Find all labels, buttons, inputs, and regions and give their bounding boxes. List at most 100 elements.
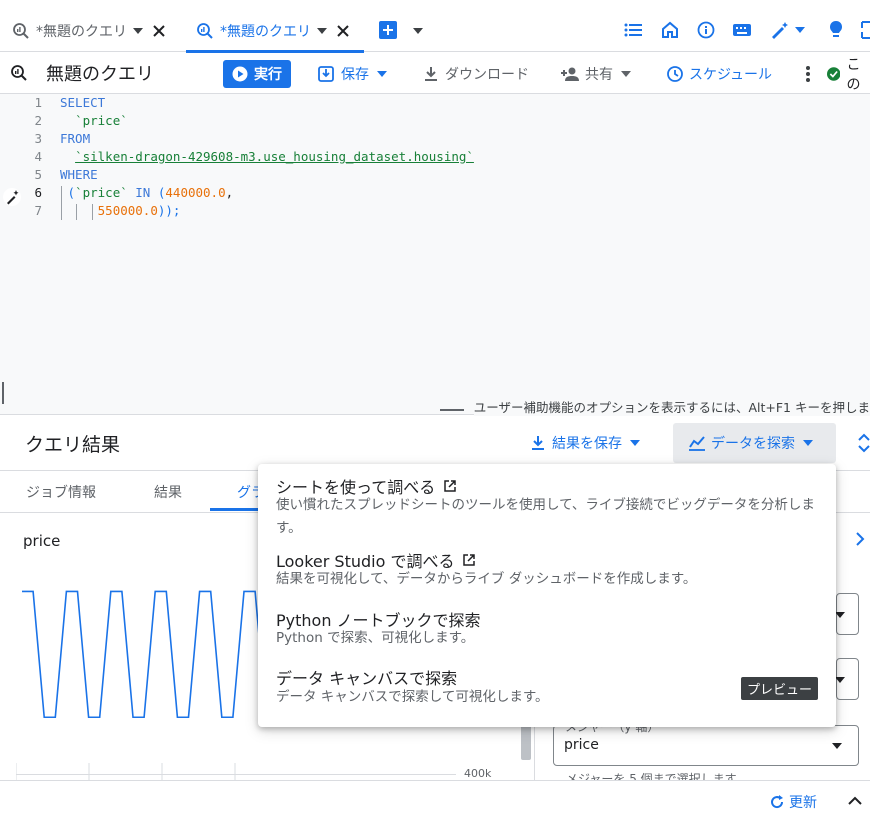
close-icon[interactable]	[337, 25, 349, 37]
schedule-button[interactable]: スケジュール	[667, 60, 772, 88]
ai-assist-gutter[interactable]	[3, 188, 21, 206]
tips-button[interactable]	[828, 20, 844, 40]
collapse-footer-button[interactable]	[848, 796, 862, 805]
sql-editor[interactable]: 1 2 3 4 5 6 7 SELECT `price` FROM `silke…	[0, 94, 870, 415]
axis-line	[16, 774, 456, 775]
config-dropdown[interactable]	[835, 593, 859, 635]
tab-query-2[interactable]: *無題のクエリ	[186, 10, 364, 53]
menu-item-desc: Python で探索、可視化します。	[276, 630, 475, 646]
sql-paren: ));	[157, 203, 181, 218]
tab-results[interactable]: 結果	[154, 482, 182, 502]
accessibility-hint: ユーザー補助機能のオプションを表示するには、Alt+F1 キーを押しま	[473, 397, 870, 416]
save-results-button[interactable]: 結果を保存	[530, 433, 640, 453]
explore-menu: シートを使って調べる 使い慣れたスプレッドシートのツールを使用して、ライブ接続で…	[258, 464, 836, 727]
caret-down-icon	[835, 677, 845, 683]
info-button[interactable]	[697, 21, 715, 39]
resize-handle[interactable]	[2, 382, 4, 404]
sql-number: 440000.0	[165, 185, 226, 200]
results-title: クエリ結果	[25, 434, 121, 456]
check-circle-icon	[827, 67, 841, 81]
caret-down-icon	[377, 71, 387, 77]
open-in-new-icon	[444, 480, 456, 492]
download-icon	[425, 67, 437, 81]
close-icon[interactable]	[153, 25, 165, 37]
query-title: 無題のクエリ	[46, 64, 154, 85]
caret-down-icon	[832, 743, 842, 749]
ai-assist-button[interactable]	[770, 21, 805, 39]
keyboard-icon	[733, 24, 751, 36]
plus-box-icon	[379, 21, 397, 39]
chart-label: price	[23, 532, 61, 550]
panel-expand-button[interactable]	[855, 531, 865, 547]
list-icon	[624, 23, 642, 37]
refresh-button[interactable]: 更新	[769, 792, 817, 812]
menu-item-desc: 結果を可視化して、データからライブ ダッシュボードを作成します。	[276, 571, 697, 587]
clock-icon	[667, 66, 683, 82]
share-button[interactable]: 共有	[560, 60, 631, 88]
caret-down-icon[interactable]	[133, 28, 143, 34]
run-label: 実行	[254, 67, 282, 83]
caret-down-icon	[803, 440, 813, 446]
refresh-icon	[771, 795, 784, 809]
fullscreen-button[interactable]	[860, 20, 870, 40]
caret-down-icon	[835, 612, 845, 618]
query-icon	[13, 23, 29, 39]
table-reference-link[interactable]: `silken-dragon-429608-m3.use_housing_dat…	[75, 149, 474, 164]
pen-sparkle-icon	[772, 22, 788, 39]
pen-sparkle-icon	[3, 188, 21, 206]
lightbulb-icon	[830, 21, 842, 37]
code-line-5: WHERE	[60, 167, 98, 182]
tab-menu-button[interactable]	[413, 28, 423, 34]
query-icon	[197, 23, 213, 39]
footer-bar: 更新	[0, 780, 870, 816]
schedule-label: スケジュール	[689, 67, 773, 83]
run-button[interactable]: 実行	[223, 60, 291, 88]
list-button[interactable]	[624, 22, 642, 38]
caret-down-icon[interactable]	[317, 28, 327, 34]
code-line-7: 550000.0));	[60, 203, 181, 218]
tab-query-1[interactable]: *無題のクエリ	[12, 10, 165, 52]
expand-results-button[interactable]	[858, 433, 870, 453]
save-icon	[318, 66, 334, 82]
fullscreen-icon	[861, 21, 870, 39]
chart-scrollbar[interactable]	[521, 725, 531, 760]
tab-label: *無題のクエリ	[36, 24, 127, 40]
caret-down-icon	[413, 28, 423, 34]
keyboard-button[interactable]	[732, 22, 752, 38]
measure-value: price	[564, 737, 599, 753]
save-label: 保存	[341, 67, 369, 83]
download-button[interactable]: ダウンロード	[423, 60, 529, 88]
chevron-right-icon	[856, 532, 865, 546]
indent-guide	[92, 204, 93, 220]
download-label: ダウンロード	[445, 67, 529, 83]
sql-column: `price`	[75, 185, 128, 200]
active-tab-indicator	[210, 508, 258, 511]
line-number: 4	[34, 149, 42, 164]
status-label: この	[846, 57, 861, 93]
explore-data-button[interactable]: データを探索	[673, 423, 836, 463]
preview-badge: プレビュー	[741, 677, 819, 700]
config-dropdown[interactable]	[835, 658, 859, 700]
editor-drag-handle[interactable]	[440, 409, 464, 411]
query-icon	[11, 65, 27, 81]
line-number: 2	[34, 113, 42, 128]
caret-down-icon	[630, 440, 640, 446]
sql-column: `price`	[75, 113, 128, 128]
open-in-new-icon	[463, 554, 476, 566]
home-button[interactable]	[661, 21, 679, 39]
indent-guide	[76, 204, 77, 220]
refresh-label: 更新	[789, 795, 817, 811]
person-add-icon	[561, 67, 579, 81]
price-series-line	[22, 590, 260, 719]
new-tab-button[interactable]	[379, 21, 397, 39]
query-icon-wrap	[10, 64, 28, 82]
save-button[interactable]: 保存	[318, 60, 387, 88]
save-results-label: 結果を保存	[552, 436, 622, 452]
tab-job-info[interactable]: ジョブ情報	[26, 482, 96, 502]
sql-paren: (	[67, 185, 76, 200]
more-menu-button[interactable]	[805, 65, 811, 83]
query-toolbar: 無題のクエリ 実行 保存 ダウンロード 共有 スケジュール この	[0, 52, 870, 94]
code-line-1: SELECT	[60, 95, 105, 110]
caret-down-icon	[621, 71, 631, 77]
query-status: この	[827, 57, 870, 93]
